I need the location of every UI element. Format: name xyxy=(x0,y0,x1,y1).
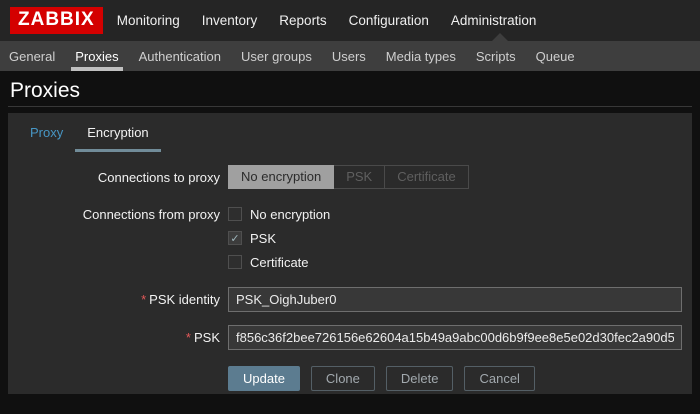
clone-button[interactable]: Clone xyxy=(311,366,375,391)
subnav-item-users[interactable]: Users xyxy=(332,41,366,71)
psk-identity-input[interactable] xyxy=(228,287,682,312)
required-asterisk: * xyxy=(141,292,146,307)
form-tabs: Proxy Encryption xyxy=(8,113,692,152)
row-psk-identity: *PSK identity xyxy=(8,287,692,312)
page-body: Proxies Proxy Encryption Connections to … xyxy=(0,80,700,394)
menu-item-monitoring[interactable]: Monitoring xyxy=(117,13,180,28)
menu-item-inventory[interactable]: Inventory xyxy=(202,13,258,28)
main-menu: Monitoring Inventory Reports Configurati… xyxy=(117,13,537,28)
radio-no-encryption[interactable]: No encryption xyxy=(228,165,334,189)
cancel-button[interactable]: Cancel xyxy=(464,366,534,391)
connections-from-proxy-label: Connections from proxy xyxy=(8,202,228,274)
subnav-item-scripts[interactable]: Scripts xyxy=(476,41,516,71)
menu-item-configuration[interactable]: Configuration xyxy=(349,13,429,28)
checkbox-no-encryption-label: No encryption xyxy=(250,207,330,222)
connections-to-proxy-radio-group: No encryption PSK Certificate xyxy=(228,165,469,189)
psk-identity-label: PSK identity xyxy=(149,292,220,307)
encryption-form-body: Connections to proxy No encryption PSK C… xyxy=(8,152,692,391)
row-buttons: Update Clone Delete Cancel xyxy=(8,363,692,391)
subnav-item-proxies[interactable]: Proxies xyxy=(75,41,118,71)
delete-button[interactable]: Delete xyxy=(386,366,454,391)
subnav-item-media-types[interactable]: Media types xyxy=(386,41,456,71)
row-psk: *PSK xyxy=(8,325,692,350)
checkmark-icon: ✓ xyxy=(228,231,242,245)
subnav-item-user-groups[interactable]: User groups xyxy=(241,41,312,71)
subnav-item-queue[interactable]: Queue xyxy=(536,41,575,71)
checkbox-unchecked-icon xyxy=(228,255,242,269)
top-bar: ZABBIX Monitoring Inventory Reports Conf… xyxy=(0,0,700,41)
subnav-item-authentication[interactable]: Authentication xyxy=(139,41,221,71)
admin-sub-menu: General Proxies Authentication User grou… xyxy=(0,41,700,71)
proxy-form: Proxy Encryption Connections to proxy No… xyxy=(8,113,692,394)
menu-item-reports[interactable]: Reports xyxy=(279,13,326,28)
psk-input[interactable] xyxy=(228,325,682,350)
zabbix-logo[interactable]: ZABBIX xyxy=(10,7,103,34)
psk-label: PSK xyxy=(194,330,220,345)
checkbox-psk[interactable]: ✓ PSK xyxy=(228,226,682,250)
radio-psk[interactable]: PSK xyxy=(334,165,385,189)
menu-item-administration[interactable]: Administration xyxy=(451,13,537,28)
connections-to-proxy-label: Connections to proxy xyxy=(8,165,228,189)
page-title: Proxies xyxy=(10,80,692,102)
checkbox-unchecked-icon xyxy=(228,207,242,221)
caret-up-icon xyxy=(492,33,508,41)
subnav-item-general[interactable]: General xyxy=(9,41,55,71)
tab-proxy[interactable]: Proxy xyxy=(18,113,75,152)
radio-certificate[interactable]: Certificate xyxy=(385,165,469,189)
form-button-row: Update Clone Delete Cancel xyxy=(228,366,682,391)
checkbox-psk-label: PSK xyxy=(250,231,276,246)
tab-encryption[interactable]: Encryption xyxy=(75,113,160,152)
row-connections-from-proxy: Connections from proxy No encryption ✓ P… xyxy=(8,202,692,274)
update-button[interactable]: Update xyxy=(228,366,300,391)
checkbox-no-encryption[interactable]: No encryption xyxy=(228,202,682,226)
checkbox-certificate-label: Certificate xyxy=(250,255,309,270)
required-asterisk: * xyxy=(186,330,191,345)
row-connections-to-proxy: Connections to proxy No encryption PSK C… xyxy=(8,165,692,189)
checkbox-certificate[interactable]: Certificate xyxy=(228,250,682,274)
title-divider xyxy=(8,106,692,107)
